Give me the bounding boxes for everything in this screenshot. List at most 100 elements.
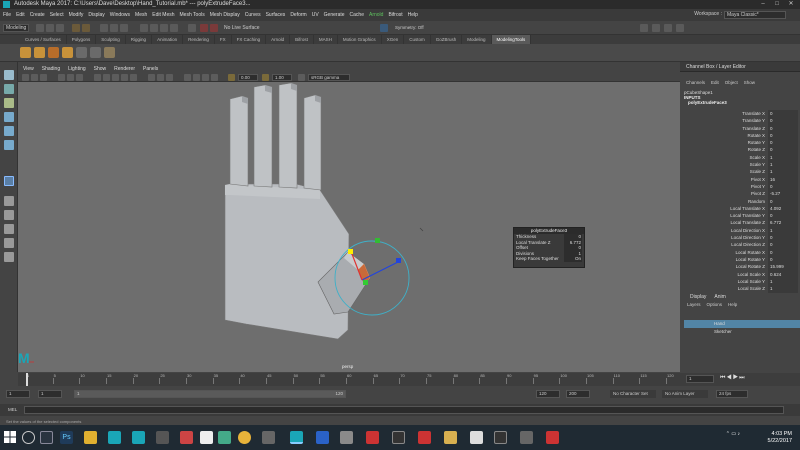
shelf-tab-gozbrush[interactable]: GoZBrush [431,35,463,44]
channel-name[interactable]: Scale Z [684,168,768,175]
maximize-button[interactable]: □ [770,0,784,9]
character-set-select[interactable]: No Character Set [610,390,656,398]
channel-row[interactable]: Pivot X 16 [684,175,798,183]
channel-name[interactable]: Local Scale Y [684,278,768,285]
film-gate-icon[interactable] [76,74,83,81]
channel-value[interactable]: 0 [768,131,798,140]
channel-row[interactable]: Scale Z1 [684,168,798,176]
file-explorer-icon[interactable] [84,431,97,444]
shelf-tab-mash[interactable]: MASH [314,35,338,44]
shelf-tab-xgen[interactable]: XGen [382,35,405,44]
shelf-tab-rendering[interactable]: Rendering [183,35,215,44]
exposure-field[interactable]: 0.00 [238,74,258,81]
epic-games-icon[interactable] [200,431,213,444]
channel-row[interactable]: Pivot Y0 [684,182,798,191]
universal-manipulator-icon[interactable] [4,176,14,186]
channel-value[interactable]: 6.772 [768,219,798,227]
channel-name[interactable]: Local Direction Z [684,241,768,248]
panel-menu-renderer[interactable]: Renderer [114,66,135,72]
channel-value[interactable]: 0 [768,212,798,220]
channel-row[interactable]: Local Scale X 0.624 [684,270,798,278]
app-icon[interactable] [180,431,193,444]
panel-menu-shading[interactable]: Shading [42,66,60,72]
gamma-icon[interactable] [262,74,269,81]
shelf-tool-icon[interactable] [90,47,101,58]
view-transform-select[interactable]: sRGB gamma [308,74,350,81]
channel-value[interactable]: 1 [768,285,798,293]
snap-curve-icon[interactable] [150,24,158,32]
ambient-occlusion-icon[interactable] [157,74,164,81]
isolate-select-icon[interactable] [184,74,191,81]
app-icon[interactable] [340,431,353,444]
shelf-tab-modelingtools[interactable]: ModelingTools [491,35,532,44]
color-management-icon[interactable] [298,74,305,81]
start-icon[interactable] [4,431,16,443]
image-plane-icon[interactable] [58,74,65,81]
channel-value[interactable]: 1 [768,161,798,169]
channel-value[interactable]: 0 [768,241,798,249]
maya-taskbar-icon[interactable] [108,431,121,444]
textured-icon[interactable] [121,74,128,81]
workspace-select[interactable]: Maya Classic* [724,11,786,19]
channelbox-menu-show[interactable]: Show [744,80,755,88]
snap-view-icon[interactable] [170,24,178,32]
clock[interactable]: 4:03 PM 5/22/2017 [768,431,792,444]
channel-value[interactable]: 4.092 [768,204,798,213]
channel-value[interactable]: -5.27 [768,190,798,198]
panel-menu-panels[interactable]: Panels [143,66,158,72]
time-slider[interactable]: 1 5 10 15 20 25 30 35 40 45 50 55 60 65 70 75 80 85 90 95 10… [18,373,680,386]
channel-value[interactable]: 1 [768,277,798,286]
redo-icon[interactable] [82,24,90,32]
channel-value[interactable]: 0 [768,110,798,118]
range-slider-bar[interactable]: 1 120 [74,390,346,398]
channel-row[interactable]: Local Rotate X0 [684,248,798,256]
layer-tab-anim[interactable]: Anim [714,293,725,301]
grid-icon[interactable] [67,74,74,81]
xray-icon[interactable] [193,74,200,81]
channel-row[interactable]: Local Direction Z0 [684,241,798,249]
move-tool-icon[interactable] [4,112,14,122]
channel-row[interactable]: Scale Y1 [684,161,798,169]
channel-value[interactable]: 0 [768,234,798,242]
unity-icon[interactable] [392,431,405,444]
channel-value[interactable]: 0 [768,124,798,132]
channel-value[interactable]: 1 [768,168,798,176]
new-scene-icon[interactable] [36,24,44,32]
popup-attr-value[interactable]: On [564,256,582,262]
open-scene-icon[interactable] [46,24,54,32]
channel-value[interactable]: 0 [768,255,798,264]
shelf-tool-icon[interactable] [104,47,115,58]
snap-grid-icon[interactable] [140,24,148,32]
shelf-tool-icon[interactable] [62,47,73,58]
scale-tool-icon[interactable] [4,140,14,150]
photoshop-icon[interactable]: Ps [60,431,73,444]
shelf-tool-icon[interactable] [20,47,31,58]
channel-name[interactable]: Random [684,198,768,205]
channel-row[interactable]: Random 0 [684,197,798,205]
channel-value[interactable]: 15.999 [768,263,798,271]
app-icon[interactable] [546,431,559,444]
shelf-tab-modeling[interactable]: Modeling [462,35,492,44]
app-icon[interactable] [520,431,533,444]
channel-row[interactable]: Translate X0 [684,110,798,118]
channel-row[interactable]: Rotate Z0 [684,146,798,154]
symmetry-label[interactable]: Symmetry: Off [395,25,424,30]
snap-point-icon[interactable] [160,24,168,32]
channel-value[interactable]: 0 [768,117,798,125]
attribute-editor-icon[interactable] [652,24,660,32]
lasso-tool-icon[interactable] [4,84,14,94]
playback-start-field[interactable]: 1 [38,390,62,398]
app-icon[interactable] [366,431,379,444]
four-pane-layout-icon[interactable] [4,210,14,220]
channel-row[interactable]: Local Scale Z1 [684,285,798,293]
channel-value[interactable]: 0 [768,139,798,147]
channel-value[interactable]: 0.624 [768,270,798,278]
wireframe-icon[interactable] [94,74,101,81]
shelf-tab-custom[interactable]: Custom [404,35,431,44]
unity-icon-2[interactable] [494,431,507,444]
layer-menu-options[interactable]: Options [707,301,723,308]
channel-value[interactable]: 0 [768,146,798,154]
channel-name[interactable]: Rotate Y [684,139,768,146]
channel-name[interactable]: Pivot Y [684,183,768,190]
channel-box-icon[interactable] [676,24,684,32]
